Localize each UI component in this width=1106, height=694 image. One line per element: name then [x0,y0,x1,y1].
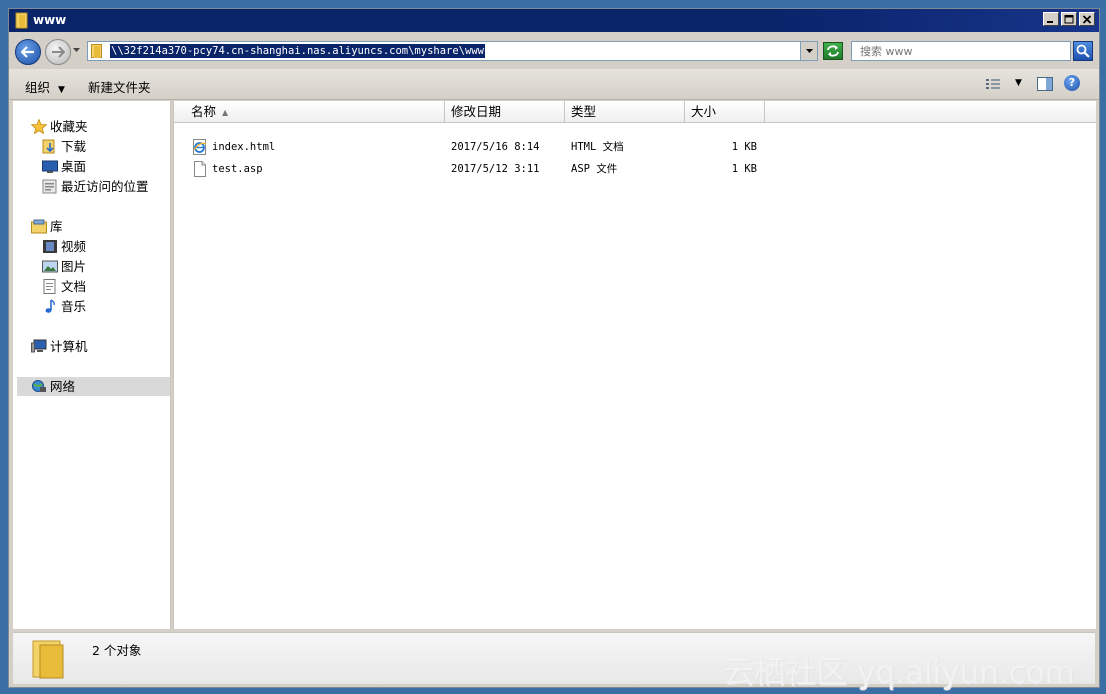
nav-network-label: 网络 [50,379,76,394]
column-header-name[interactable]: 名称 ▲ [174,101,445,123]
preview-pane-icon[interactable] [1037,77,1053,91]
command-toolbar: 组织 ▼ 新建文件夹 ▼ ? [9,69,1099,100]
view-options-dropdown-icon[interactable]: ▼ [1015,78,1022,88]
computer-icon [31,339,47,353]
video-icon [43,240,57,253]
help-icon[interactable]: ? [1064,75,1080,91]
nav-downloads-label: 下载 [61,139,87,154]
file-name[interactable]: index.html [212,137,275,157]
nav-videos-label: 视频 [61,239,87,254]
nav-computer-label: 计算机 [50,339,88,354]
new-folder-button[interactable]: 新建文件夹 [88,77,151,96]
nav-network[interactable]: 网络 [17,377,170,396]
nav-music-label: 音乐 [61,299,87,314]
file-name[interactable]: test.asp [212,159,263,179]
nav-documents-label: 文档 [61,279,87,294]
nav-libraries-label: 库 [50,219,63,234]
details-pane: 2 个对象 云栖社区 yq.aliyun.com [13,632,1095,691]
window-title: www [33,13,67,27]
minimize-icon [1047,20,1053,23]
folder-icon [32,640,64,679]
recent-places-icon [42,179,57,194]
column-name-label: 名称 [191,104,217,119]
file-modified: 2017/5/12 3:11 [451,163,540,175]
search-input[interactable] [860,43,1060,59]
chevron-down-icon [805,49,813,53]
file-type: ASP 文件 [571,163,618,175]
nav-favorites-label: 收藏夹 [50,119,88,134]
document-icon [43,279,56,294]
file-row[interactable]: index.html 2017/5/16 8:14 HTML 文档 1 KB [174,137,1096,157]
network-icon [32,380,46,392]
address-dropdown-button[interactable] [800,42,817,60]
maximize-button[interactable] [1061,12,1077,26]
column-header-date-modified[interactable]: 修改日期 [445,101,565,123]
nav-pictures-label: 图片 [61,259,87,274]
arrow-right-icon [52,46,65,58]
explorer-window: www \\32f214a370-pcy74.cn-shanghai.nas.a… [8,8,1100,691]
library-icon [31,219,47,234]
file-modified: 2017/5/16 8:14 [451,141,540,153]
file-type: HTML 文档 [571,141,624,153]
sort-ascending-icon: ▲ [222,107,229,117]
back-button[interactable] [15,39,41,65]
search-button[interactable] [1073,41,1093,61]
address-bar[interactable]: \\32f214a370-pcy74.cn-shanghai.nas.aliyu… [87,41,818,61]
caret-down-icon: ▼ [58,85,65,95]
star-icon [31,119,47,134]
file-size: 1 KB [731,163,757,175]
watermark: 云栖社区 yq.aliyun.com [723,655,1075,691]
address-path[interactable]: \\32f214a370-pcy74.cn-shanghai.nas.aliyu… [110,44,485,58]
title-bar[interactable]: www [9,9,1099,32]
close-button[interactable] [1079,12,1095,26]
refresh-icon [827,45,839,57]
downloads-folder-icon [42,139,55,154]
forward-button[interactable] [45,39,71,65]
blank-file-icon [194,161,206,177]
folder-icon [91,44,102,58]
column-header-filler [765,101,1096,123]
minimize-button[interactable] [1043,12,1059,26]
organize-label: 组织 [25,80,51,95]
music-icon [45,299,55,313]
folder-icon [15,12,28,29]
file-list: 名称 ▲ 修改日期 类型 大小 index.html 2017/5/16 8:14… [173,101,1096,629]
refresh-button[interactable] [823,42,843,60]
nav-recent-places-label: 最近访问的位置 [61,179,149,194]
recent-pages-dropdown-icon[interactable] [72,47,81,53]
item-count: 2 个对象 [92,643,142,658]
arrow-left-icon [21,46,34,58]
column-header-size[interactable]: 大小 [685,101,765,123]
search-field[interactable] [851,41,1071,61]
pictures-icon [42,260,58,273]
organize-menu-button[interactable]: 组织 ▼ [25,77,65,96]
file-size: 1 KB [731,141,757,153]
view-options-icon[interactable] [985,77,1001,91]
ie-html-icon [193,139,207,155]
column-header-type[interactable]: 类型 [565,101,685,123]
file-row[interactable]: test.asp 2017/5/12 3:11 ASP 文件 1 KB [174,159,1096,179]
navigation-pane: 收藏夹 下载 桌面 最近访问的位置 库 视频 图片 文档 音乐 计算机 网络 [13,101,171,629]
maximize-icon [1064,14,1074,23]
address-row: \\32f214a370-pcy74.cn-shanghai.nas.aliyu… [9,35,1099,67]
nav-desktop-label: 桌面 [61,159,87,174]
search-icon [1076,44,1090,58]
desktop-icon [42,160,58,173]
close-icon [1082,14,1092,24]
